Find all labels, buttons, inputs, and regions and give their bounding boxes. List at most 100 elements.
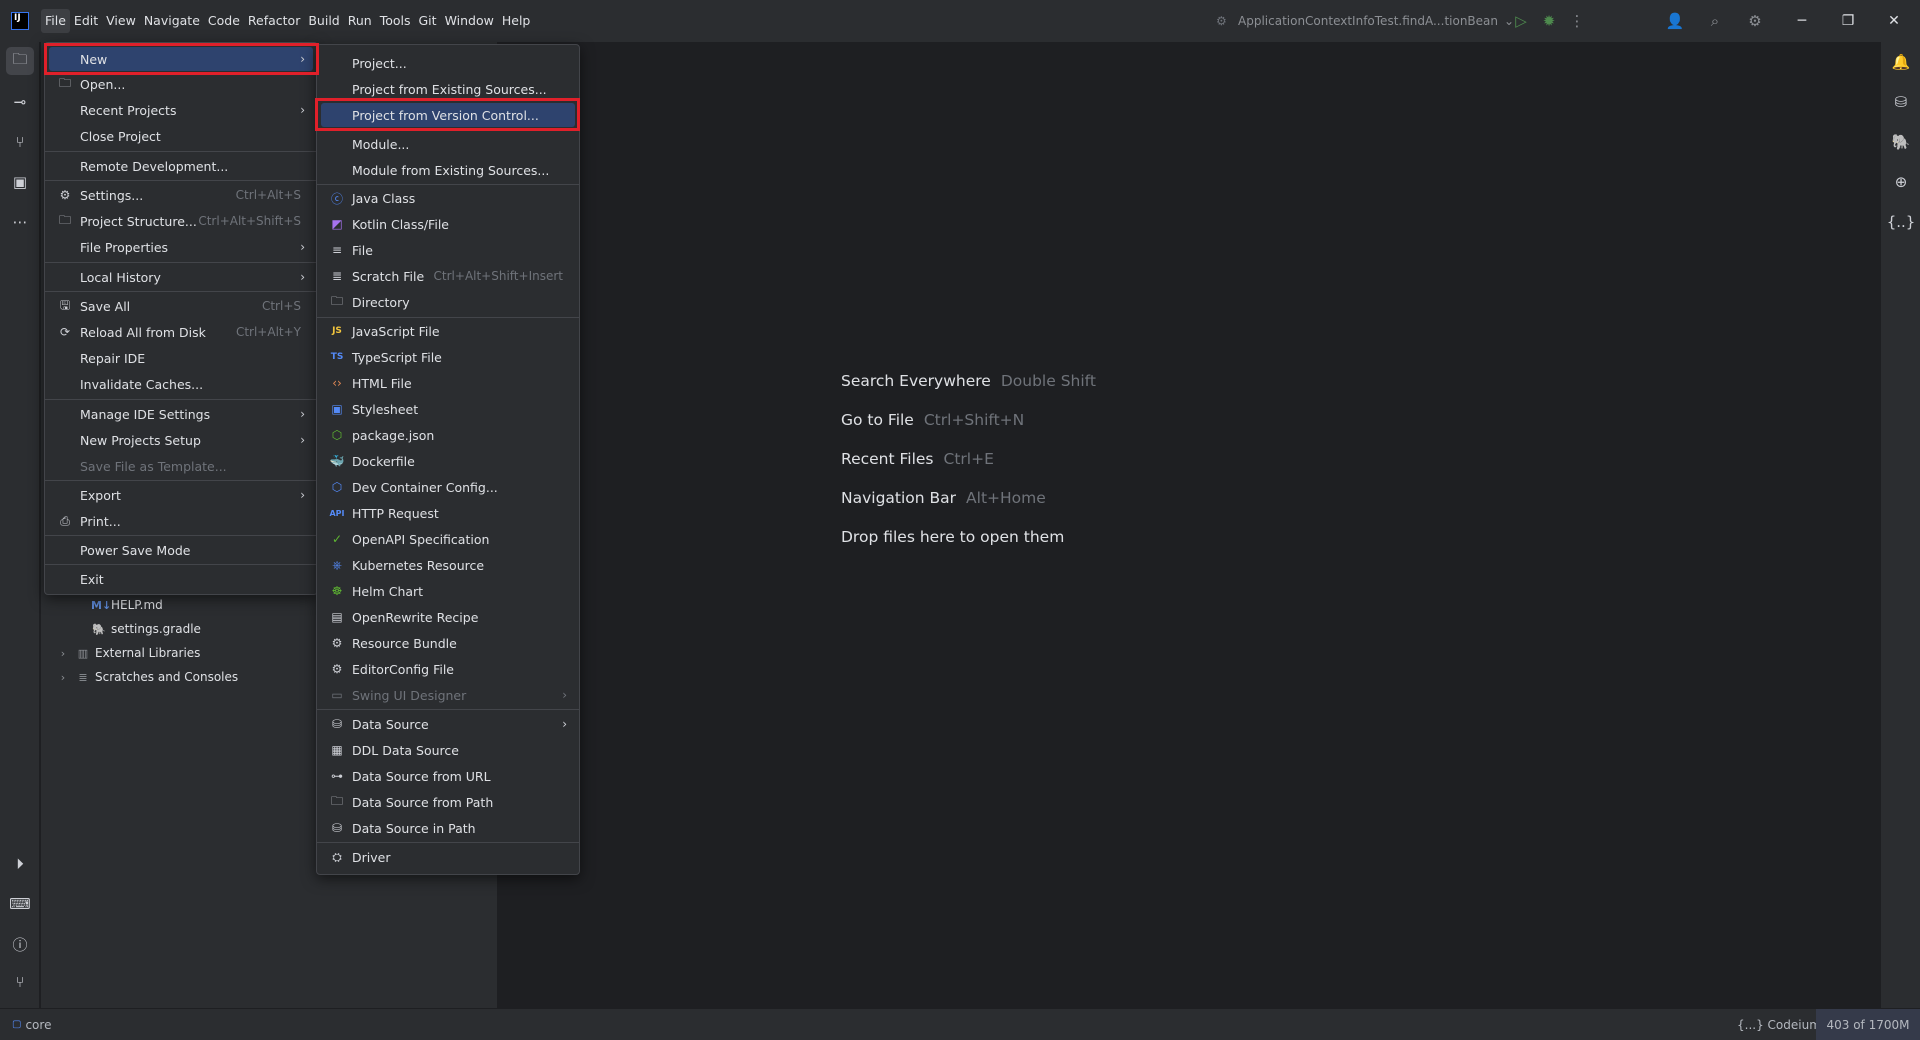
run-configuration-selector[interactable]: ⚙ ApplicationContextInfoTest.findA...tio… <box>1216 10 1514 32</box>
menu-item-remote-development[interactable]: Remote Development... <box>49 154 313 178</box>
menu-item-close-project[interactable]: Close Project <box>49 124 313 148</box>
menu-item-html-file[interactable]: ‹› HTML File <box>321 371 575 395</box>
menu-item-settings[interactable]: ⚙ Settings... Ctrl+Alt+S <box>49 183 313 207</box>
more-tools-icon[interactable]: ⋯ <box>6 208 34 236</box>
menu-item-dev-container-config[interactable]: ⬡ Dev Container Config... <box>321 475 575 499</box>
run-icon[interactable]: ▷ <box>1507 8 1535 34</box>
menu-build[interactable]: Build <box>304 9 343 33</box>
chevron-right-icon[interactable]: › <box>55 671 71 684</box>
menu-run[interactable]: Run <box>344 9 376 33</box>
menu-item-local-history[interactable]: Local History › <box>49 265 313 289</box>
notifications-bell-icon[interactable]: 🔔 <box>1887 48 1915 76</box>
menu-item-kubernetes-resource[interactable]: ⎈ Kubernetes Resource <box>321 553 575 577</box>
menu-item-project-from-version-control[interactable]: Project from Version Control... <box>321 103 575 127</box>
menu-git[interactable]: Git <box>415 9 441 33</box>
menu-item-repair-ide[interactable]: Repair IDE <box>49 346 313 370</box>
menu-item-kotlin-class[interactable]: ◩ Kotlin Class/File <box>321 212 575 236</box>
menu-code[interactable]: Code <box>204 9 244 33</box>
menu-item-data-source-in-path[interactable]: ⛁ Data Source in Path <box>321 816 575 840</box>
pull-requests-icon[interactable]: ⑂ <box>6 128 34 156</box>
openrewrite-icon: ▤ <box>331 610 343 624</box>
menu-item-reload-all[interactable]: ⟳ Reload All from Disk Ctrl+Alt+Y <box>49 320 313 344</box>
chevron-right-icon[interactable]: › <box>55 647 71 660</box>
debug-icon[interactable]: ✹ <box>1535 8 1563 34</box>
menu-item-openapi-specification[interactable]: ✓ OpenAPI Specification <box>321 527 575 551</box>
intellij-logo-icon[interactable]: IJ <box>11 12 29 30</box>
tree-item-help-md[interactable]: M↓ HELP.md <box>91 594 163 616</box>
menu-item-data-source-from-url[interactable]: ⊶ Data Source from URL <box>321 764 575 788</box>
menu-tools[interactable]: Tools <box>376 9 415 33</box>
git-icon[interactable]: ⑂ <box>6 968 34 996</box>
json-helper-icon[interactable]: {..} <box>1887 208 1916 236</box>
search-icon[interactable]: ⌕ <box>1701 8 1729 34</box>
menu-item-new[interactable]: New › <box>49 47 313 71</box>
menu-item-openrewrite-recipe[interactable]: ▤ OpenRewrite Recipe <box>321 605 575 629</box>
tree-item-settings-gradle[interactable]: 🐘 settings.gradle <box>91 618 201 640</box>
menu-item-project-structure[interactable]: 🗀 Project Structure... Ctrl+Alt+Shift+S <box>49 209 313 233</box>
menu-item-exit[interactable]: Exit <box>49 567 313 591</box>
menu-item-typescript-file[interactable]: TS TypeScript File <box>321 345 575 369</box>
settings-gear-icon[interactable]: ⚙ <box>1741 8 1769 34</box>
menu-item-java-class[interactable]: ⓒ Java Class <box>321 186 575 210</box>
code-with-me-icon[interactable]: 👤 <box>1661 8 1689 34</box>
menu-item-dockerfile[interactable]: 🐳 Dockerfile <box>321 449 575 473</box>
menu-item-resource-bundle[interactable]: ⚙ Resource Bundle <box>321 631 575 655</box>
gradle-icon[interactable]: 🐘 <box>1887 128 1915 156</box>
menu-item-print[interactable]: ⎙ Print... <box>49 509 313 533</box>
terminal-icon[interactable]: ⌨ <box>6 890 34 918</box>
menu-item-ddl-data-source[interactable]: ▦ DDL Data Source <box>321 738 575 762</box>
menu-item-export[interactable]: Export › <box>49 483 313 507</box>
menu-item-module[interactable]: Module... <box>321 132 575 156</box>
menu-item-save-all[interactable]: 🖫 Save All Ctrl+S <box>49 294 313 318</box>
menu-item-module-from-existing-sources[interactable]: Module from Existing Sources... <box>321 158 575 182</box>
menu-window[interactable]: Window <box>441 9 498 33</box>
tree-item-scratches[interactable]: › ≣ Scratches and Consoles <box>55 666 238 688</box>
menu-help[interactable]: Help <box>498 9 535 33</box>
menu-item-scratch-file[interactable]: ≣ Scratch File Ctrl+Alt+Shift+Insert <box>321 264 575 288</box>
structure-icon[interactable]: ▣ <box>6 168 34 196</box>
menu-separator <box>45 291 317 292</box>
database-icon[interactable]: ⛁ <box>1887 88 1915 116</box>
menu-item-javascript-file[interactable]: JS JavaScript File <box>321 319 575 343</box>
menu-item-helm-chart[interactable]: ☸ Helm Chart <box>321 579 575 603</box>
codeium-status[interactable]: {...} Codeium <box>1737 1018 1821 1032</box>
menu-item-invalidate-caches[interactable]: Invalidate Caches... <box>49 372 313 396</box>
menu-file[interactable]: File <box>41 9 70 33</box>
menu-item-directory[interactable]: 🗀 Directory <box>321 290 575 314</box>
minimize-button[interactable]: ─ <box>1779 0 1825 42</box>
endpoints-icon[interactable]: ⊕ <box>1887 168 1915 196</box>
services-icon[interactable]: ⏵ <box>6 850 34 878</box>
tree-item-external-libraries[interactable]: › ▥ External Libraries <box>55 642 201 664</box>
menu-item-new-projects-setup[interactable]: New Projects Setup › <box>49 428 313 452</box>
close-window-button[interactable]: ✕ <box>1871 0 1917 42</box>
menu-item-power-save-mode[interactable]: Power Save Mode <box>49 538 313 562</box>
restore-button[interactable]: ❐ <box>1825 0 1871 42</box>
editor-area[interactable] <box>497 42 1880 1008</box>
commit-icon[interactable]: ⊸ <box>6 88 34 116</box>
menu-item-file[interactable]: ≡ File <box>321 238 575 262</box>
menu-item-recent-projects[interactable]: Recent Projects › <box>49 98 313 122</box>
print-icon: ⎙ <box>60 513 70 528</box>
menu-item-file-properties[interactable]: File Properties › <box>49 235 313 259</box>
menu-item-editorconfig-file[interactable]: ⚙ EditorConfig File <box>321 657 575 681</box>
menu-item-http-request[interactable]: API HTTP Request <box>321 501 575 525</box>
project-folder-icon[interactable]: 🗀 <box>6 47 34 75</box>
menu-item-project-from-existing-sources[interactable]: Project from Existing Sources... <box>321 77 575 101</box>
menu-item-open[interactable]: 🗀 Open... <box>49 72 313 96</box>
menu-item-stylesheet[interactable]: ▣ Stylesheet <box>321 397 575 421</box>
menu-item-data-source-from-path[interactable]: 🗀 Data Source from Path <box>321 790 575 814</box>
menu-item-project[interactable]: Project... <box>321 51 575 75</box>
menu-navigate[interactable]: Navigate <box>140 9 204 33</box>
menu-item-data-source[interactable]: ⛁ Data Source › <box>321 712 575 736</box>
project-name[interactable]: core <box>25 1018 51 1032</box>
menu-item-manage-ide-settings[interactable]: Manage IDE Settings › <box>49 402 313 426</box>
menu-view[interactable]: View <box>102 9 140 33</box>
menu-refactor[interactable]: Refactor <box>244 9 304 33</box>
driver-icon: ⛭ <box>332 849 342 864</box>
menu-edit[interactable]: Edit <box>70 9 102 33</box>
more-actions-icon[interactable]: ⋮ <box>1563 8 1591 34</box>
menu-item-driver[interactable]: ⛭ Driver <box>321 845 575 869</box>
memory-indicator[interactable]: 403 of 1700M <box>1816 1009 1920 1040</box>
menu-item-package-json[interactable]: ⬡ package.json <box>321 423 575 447</box>
problems-icon[interactable]: ⓘ <box>6 930 34 958</box>
